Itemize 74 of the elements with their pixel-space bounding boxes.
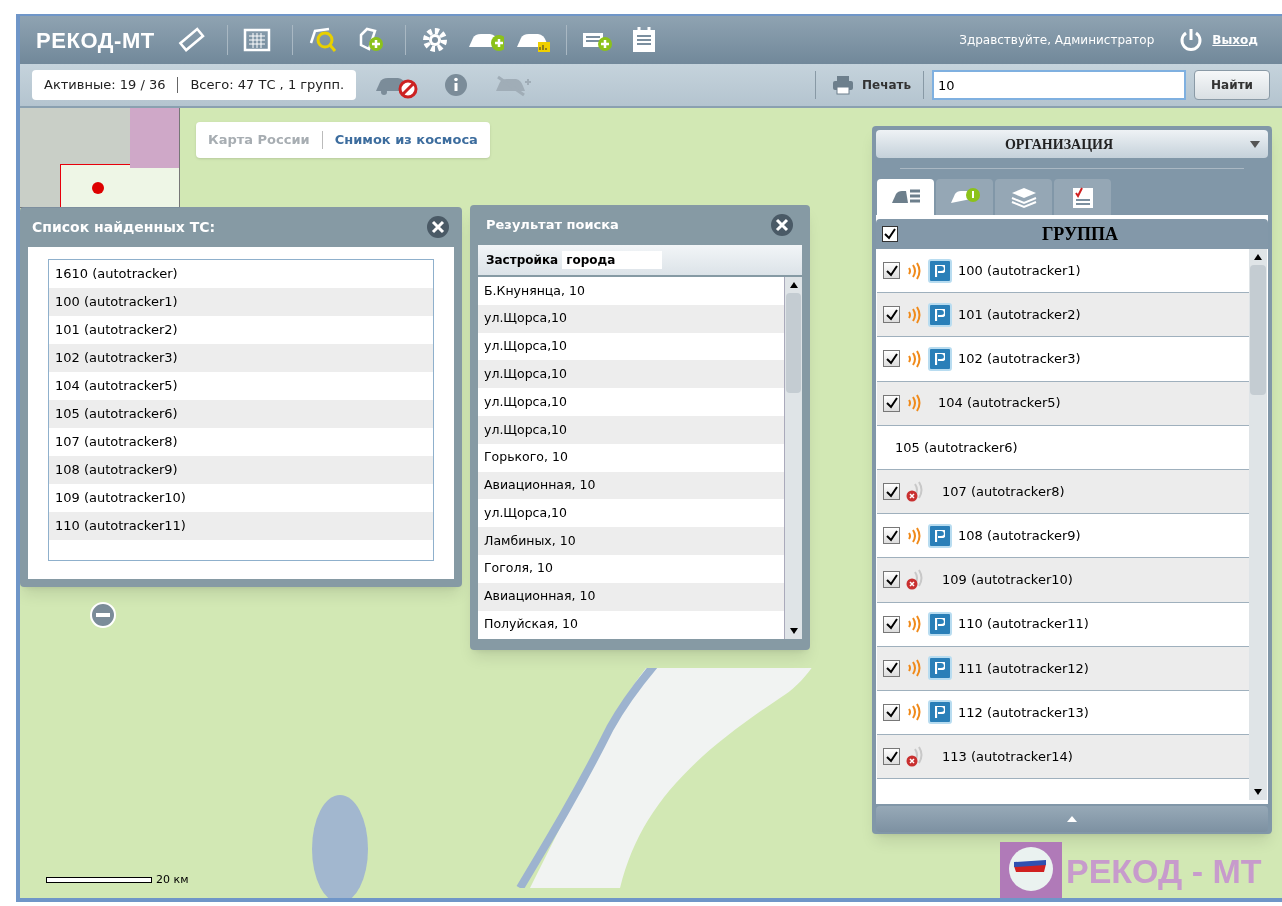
active-count: Активные: 19 / 36 — [44, 76, 166, 95]
panel-title: Результат поиска — [486, 216, 620, 235]
vehicle-list-item[interactable]: 102 (autotracker3) — [49, 344, 433, 372]
row-checkbox[interactable] — [883, 703, 900, 721]
vehicle-label: 100 (autotracker1) — [958, 261, 1081, 280]
vehicle-label: 104 (autotracker5) — [938, 394, 1061, 413]
group-label: ГРУППА — [1040, 222, 1120, 246]
vehicle-list-item[interactable]: 100 (autotracker1) — [49, 288, 433, 316]
address-list-item[interactable]: ул.Щорса,10 — [478, 360, 784, 389]
collapse-caret-icon — [1067, 816, 1077, 822]
vehicle-label: 101 (autotracker2) — [958, 306, 1081, 325]
close-icon[interactable] — [426, 215, 450, 239]
divider — [321, 131, 323, 149]
address-list-item[interactable]: Ламбиных, 10 — [478, 527, 784, 555]
scroll-down-icon[interactable] — [789, 628, 798, 634]
row-checkbox[interactable] — [883, 483, 900, 501]
scroll-up-icon[interactable] — [1254, 254, 1262, 260]
total-count: Всего: 47 ТС , 1 групп. — [190, 76, 345, 95]
app-logo: РЕКОД-МТ — [36, 26, 155, 55]
subcategory-label: города — [562, 251, 663, 269]
row-checkbox[interactable] — [883, 350, 900, 368]
address-list-item[interactable]: ул.Щорса,10 — [478, 304, 784, 333]
close-icon[interactable] — [770, 213, 794, 237]
scroll-thumb[interactable] — [1250, 265, 1266, 395]
organization-dropdown[interactable]: ОРГАНИЗАЦИЯ — [876, 130, 1268, 158]
row-checkbox[interactable] — [883, 659, 900, 677]
print-button[interactable]: Печать — [832, 75, 912, 95]
scale-label: 20 км — [156, 872, 189, 888]
printer-icon — [832, 75, 854, 95]
vehicle-label: 109 (autotracker10) — [942, 571, 1073, 590]
row-checkbox[interactable] — [883, 527, 900, 545]
map-type-tab[interactable]: Снимок из космоса — [334, 130, 478, 150]
address-list-item[interactable]: ул.Щорса,10 — [478, 416, 784, 444]
panel-tab[interactable] — [995, 179, 1052, 215]
dropdown-caret-icon — [1250, 140, 1260, 148]
scroll-down-icon[interactable] — [1254, 789, 1262, 795]
vehicle-list-item[interactable]: 105 (autotracker6) — [49, 400, 433, 428]
vehicle-list-item[interactable]: 110 (autotracker11) — [49, 512, 433, 540]
panel-tab[interactable] — [936, 179, 993, 215]
zoom-out-icon[interactable] — [90, 602, 116, 628]
find-button[interactable]: Найти — [1194, 70, 1270, 100]
vehicle-label: 105 (autotracker6) — [895, 438, 1018, 457]
scroll-thumb[interactable] — [786, 293, 801, 393]
vehicle-label: 110 (autotracker11) — [958, 615, 1089, 634]
row-checkbox[interactable] — [883, 306, 900, 324]
category-label: Застройка — [486, 252, 559, 269]
globe-logo-icon — [1000, 842, 1062, 898]
group-checkbox[interactable] — [882, 226, 898, 242]
row-checkbox[interactable] — [883, 262, 900, 280]
panel-tab[interactable] — [1054, 179, 1111, 215]
row-checkbox[interactable] — [883, 748, 900, 766]
vehicle-row[interactable]: 113 (autotracker14) — [877, 735, 1249, 780]
vehicle-row[interactable]: 107 (autotracker8) — [877, 469, 1249, 515]
vehicle-row[interactable]: 109 (autotracker10) — [877, 558, 1249, 603]
search-field[interactable]: 10 — [932, 70, 1187, 100]
greeting-text: Здравствуйте, Администратор — [959, 32, 1155, 49]
row-checkbox[interactable] — [883, 394, 900, 412]
panel-title: Список найденных ТС: — [32, 217, 217, 237]
vehicle-row[interactable]: 104 (autotracker5) — [877, 381, 1249, 426]
panel-tab[interactable] — [877, 179, 934, 215]
vehicle-label: 107 (autotracker8) — [942, 482, 1065, 501]
vehicle-list-item[interactable]: 108 (autotracker9) — [49, 456, 433, 484]
vehicle-label: 102 (autotracker3) — [958, 350, 1081, 369]
vehicle-label: 111 (autotracker12) — [958, 659, 1089, 678]
scroll-up-icon[interactable] — [789, 282, 798, 288]
address-list-item[interactable]: Авиационная, 10 — [478, 471, 784, 500]
address-list-item[interactable]: Авиационная, 10 — [478, 582, 784, 611]
info-icon[interactable] — [444, 73, 469, 97]
brand-logo: РЕКОД - МТ — [1066, 850, 1262, 892]
row-checkbox[interactable] — [883, 571, 900, 589]
vehicle-label: 112 (autotracker13) — [958, 703, 1089, 722]
vehicle-label: 108 (autotracker9) — [958, 526, 1081, 545]
vehicle-label: 113 (autotracker14) — [942, 747, 1073, 766]
row-checkbox[interactable] — [883, 615, 900, 633]
